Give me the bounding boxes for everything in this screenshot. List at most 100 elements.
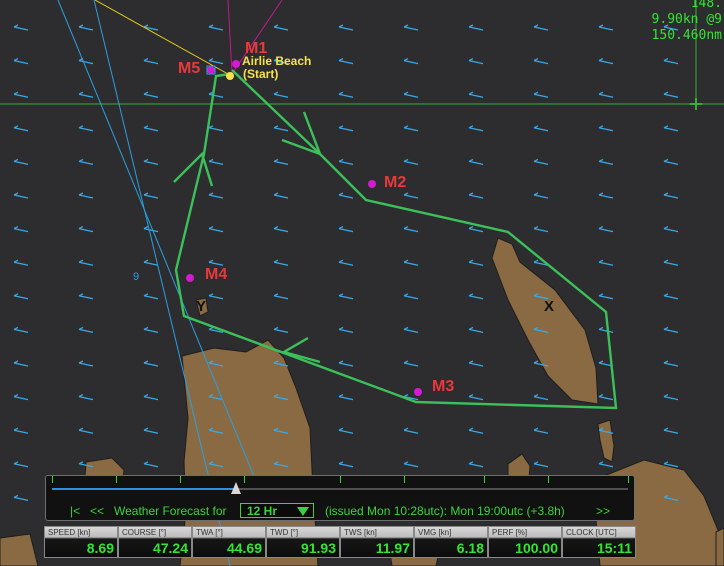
wind-arrow-icon [78, 58, 94, 65]
wind-arrow-icon [598, 192, 614, 199]
wind-arrow-icon [143, 226, 159, 233]
waypoint-dot-icon [232, 60, 240, 68]
island-y-label: Y [196, 298, 206, 315]
wind-arrow-icon [403, 125, 419, 132]
wind-arrow-icon [403, 427, 419, 434]
mark-label-m5[interactable]: M5 [178, 60, 200, 77]
waypoint-dot-icon [186, 274, 194, 282]
route-direction-arrow [173, 151, 214, 187]
wind-arrow-icon [273, 259, 289, 266]
depth-label: 9 [133, 271, 139, 283]
wind-arrow-icon [208, 259, 224, 266]
wind-arrow-icon [143, 58, 159, 65]
wind-arrow-icon [403, 24, 419, 31]
wind-arrow-icon [468, 259, 484, 266]
forecast-timeline-progress [52, 488, 237, 490]
instrument-value: 15:11 [596, 540, 632, 556]
wind-arrow-icon [208, 293, 224, 300]
position-readout: 148. 9.90kn @9 150.460nm [652, 0, 722, 44]
instrument-panel: TWA [°] 44.69 [192, 526, 266, 558]
wind-arrow-icon [208, 192, 224, 199]
instrument-value: 44.69 [226, 540, 262, 556]
wind-arrow-icon [273, 326, 289, 334]
wind-arrow-icon [533, 226, 549, 233]
wind-arrow-icon [13, 427, 29, 434]
instrument-label: VMG [kn] [418, 528, 452, 537]
waypoint-dot-icon [414, 388, 422, 396]
wind-arrow-icon [13, 24, 29, 31]
wind-arrow-icon [403, 259, 419, 266]
mark-label-m4[interactable]: M4 [205, 266, 227, 283]
wind-arrow-icon [533, 125, 549, 132]
instrument-value: 6.18 [456, 540, 484, 556]
instrument-panel: SPEED [kn] 8.69 [44, 526, 118, 558]
slider-thumb-icon[interactable] [231, 482, 242, 494]
instrument-label: SPEED [kn] [48, 528, 91, 537]
wind-arrow-icon [13, 91, 29, 98]
wind-arrow-icon [598, 158, 614, 166]
wind-arrow-icon [338, 394, 354, 401]
wind-arrow-icon [13, 494, 29, 502]
wind-arrow-icon [403, 58, 419, 65]
wind-arrow-icon [663, 91, 679, 98]
wind-arrow-icon [468, 226, 484, 233]
wind-arrow-icon [598, 326, 614, 334]
previous-forecast-button[interactable]: << [90, 504, 104, 518]
timeline-tick [484, 476, 485, 483]
wind-arrow-icon [403, 91, 419, 98]
wind-arrow-icon [143, 394, 159, 401]
wind-arrow-icon [273, 158, 289, 166]
timeline-tick [116, 476, 117, 483]
wind-arrow-icon [13, 158, 29, 166]
instrument-label: CLOCK [UTC] [566, 528, 617, 537]
wind-arrow-icon [468, 394, 484, 401]
waypoint-dot-icon [207, 66, 215, 74]
wind-arrow-icon [663, 427, 679, 434]
mark-label-m2[interactable]: M2 [384, 174, 406, 191]
forecast-timeline-slider[interactable] [52, 476, 629, 494]
wind-arrow-icon [598, 394, 614, 401]
mark-label-m3[interactable]: M3 [432, 378, 454, 395]
wind-arrow-icon [338, 360, 354, 367]
first-forecast-button[interactable]: |< [70, 504, 80, 518]
wind-arrow-icon [338, 158, 354, 166]
wind-arrow-icon [533, 158, 549, 166]
instrument-panel: PERF [%] 100.00 [488, 526, 562, 558]
instrument-label: TWA [°] [196, 528, 223, 537]
wind-arrow-icon [468, 192, 484, 199]
wind-arrow-icon [208, 58, 224, 65]
wind-arrow-icon [273, 125, 289, 132]
start-sub-label: (Start) [243, 67, 278, 81]
wind-arrow-icon [208, 226, 224, 233]
wind-arrow-icon [338, 24, 354, 31]
timeline-tick [628, 476, 629, 483]
wind-arrow-icon [208, 24, 224, 31]
wind-arrow-icon [78, 326, 94, 334]
wind-arrow-icon [663, 259, 679, 266]
instrument-panel: VMG [kn] 6.18 [414, 526, 488, 558]
instrument-label: TWD [°] [270, 528, 299, 537]
wind-arrow-icon [338, 427, 354, 434]
wind-arrow-icon [273, 293, 289, 300]
wind-arrow-icon [273, 192, 289, 199]
wind-arrow-icon [598, 125, 614, 132]
wind-arrow-icon [663, 326, 679, 334]
wind-arrow-icon [598, 91, 614, 98]
wind-arrow-icon [533, 427, 549, 434]
wind-arrow-icon [663, 58, 679, 65]
wind-arrow-icon [468, 360, 484, 367]
instrument-label: COURSE [°] [122, 528, 167, 537]
wind-arrow-icon [78, 293, 94, 300]
next-forecast-button[interactable]: >> [596, 504, 610, 518]
wind-arrow-icon [13, 394, 29, 401]
instrument-panel: COURSE [°] 47.24 [118, 526, 192, 558]
wind-arrow-icon [338, 226, 354, 233]
wind-arrow-icon [143, 293, 159, 300]
forecast-hours-dropdown[interactable]: 12 Hr [240, 503, 314, 518]
wind-arrow-icon [143, 125, 159, 132]
wind-arrow-icon [403, 293, 419, 300]
timeline-tick [548, 476, 549, 483]
wind-arrow-icon [78, 259, 94, 266]
wind-arrow-icon [208, 158, 224, 166]
wind-arrow-icon [598, 226, 614, 233]
